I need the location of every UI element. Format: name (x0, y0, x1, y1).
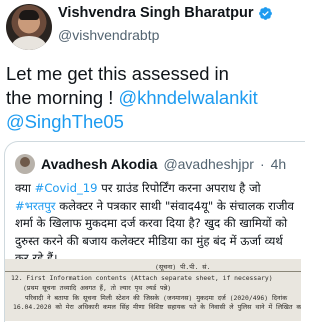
avatar-hair (19, 10, 39, 20)
quoted-text-segment: पर ग्राउंड रिपोर्टिंग करना अपराध है जो (97, 181, 261, 195)
quoted-timestamp[interactable]: 4h (271, 156, 287, 172)
quoted-text-segment: क्या (15, 181, 35, 195)
hashtag-link[interactable]: #भरतपुर (15, 199, 56, 213)
document-line: परिवादी ने बताया कि सूचना मिली स्टेशन की… (25, 294, 288, 302)
quoted-tweet-text: क्या #Covid_19 पर ग्राउंड रिपोर्टिंग करन… (15, 180, 299, 268)
hashtag-link[interactable]: #Covid_19 (35, 181, 98, 195)
quoted-media-document[interactable]: (सूचना) पी.पी. सं. 12. First Information… (5, 259, 301, 321)
mention-link[interactable]: @SinghThe05 (6, 111, 124, 132)
mention-link[interactable]: @khndelwalankit (118, 87, 257, 108)
author-handle[interactable]: @vishvendrabtp (58, 27, 159, 43)
document-rule (5, 271, 301, 272)
author-display-name[interactable]: Vishvendra Singh Bharatpur (58, 5, 254, 21)
document-line: (प्रथम सूचना तथ्यादि अवगत हैं, तो ल्यार … (23, 284, 172, 292)
author-avatar[interactable] (6, 4, 52, 50)
document-line: (सूचना) पी.पी. सं. (155, 263, 211, 271)
tweet[interactable]: Vishvendra Singh Bharatpur @vishvendrabt… (0, 0, 305, 322)
quoted-author-avatar[interactable] (15, 154, 35, 174)
document-line: 12. First Information contents (Attach s… (11, 274, 273, 282)
separator-dot: · (259, 156, 265, 172)
quoted-tweet[interactable]: Avadhesh Akodia @avadheshjpr · 4h क्या #… (4, 141, 305, 322)
verified-badge-icon (258, 6, 272, 20)
quoted-tweet-header: Avadhesh Akodia @avadheshjpr · 4h (15, 154, 286, 174)
tweet-text: Let me get this assessed in the morning … (6, 62, 298, 134)
quoted-text-segment: कलेक्टर ने पत्रकार साथी "संवाद4यू" के सं… (15, 198, 294, 266)
author-name-row: Vishvendra Singh Bharatpur (58, 5, 273, 21)
quoted-author-name[interactable]: Avadhesh Akodia (41, 156, 157, 172)
quoted-author-handle[interactable]: @avadheshjpr (163, 156, 254, 172)
avatar-shirt (12, 36, 46, 50)
